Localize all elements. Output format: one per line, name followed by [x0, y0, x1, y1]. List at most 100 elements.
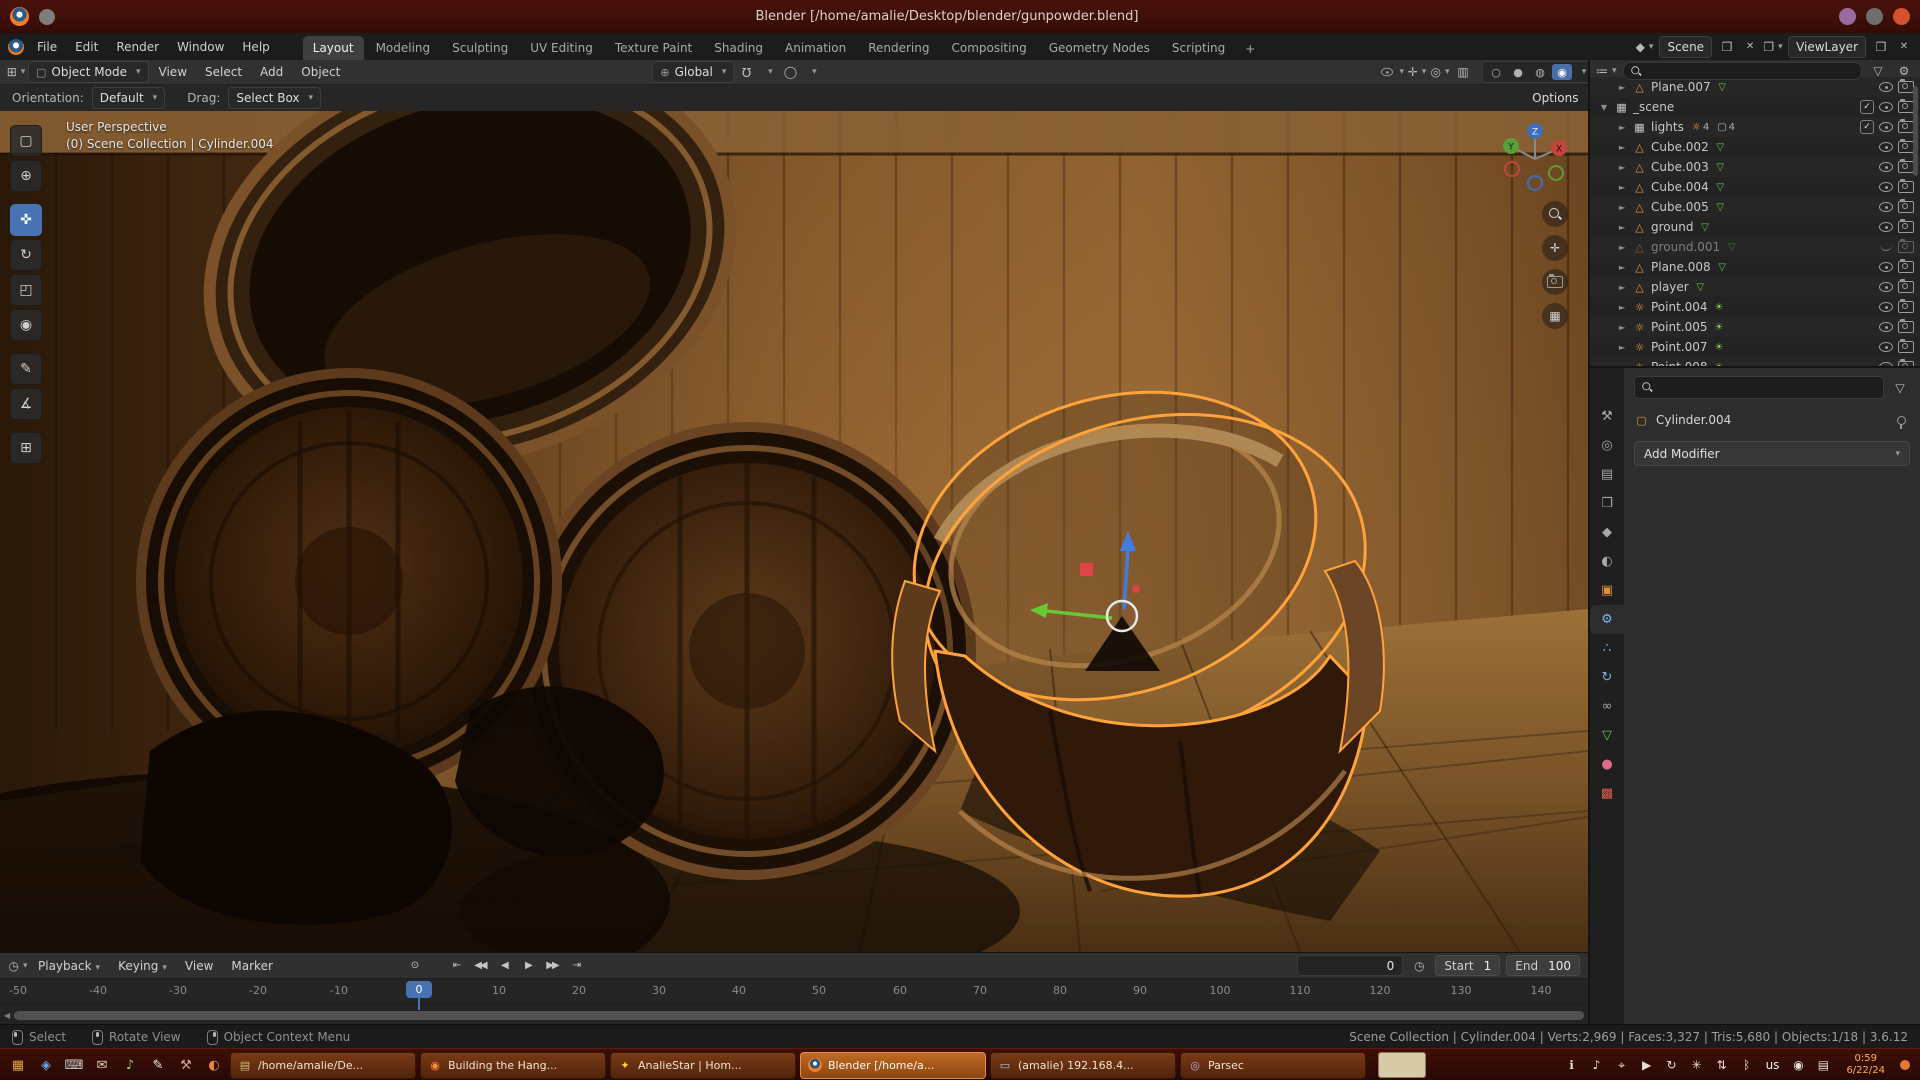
viewport-3d-scene[interactable]: [0, 111, 1588, 952]
expand-icon[interactable]: ▼: [1598, 103, 1610, 112]
properties-tab-modifiers[interactable]: ⚙: [1590, 605, 1624, 634]
disable-render-icon[interactable]: [1898, 341, 1914, 353]
gizmos-toggle-icon[interactable]: ✛: [1407, 62, 1427, 82]
timeline-scrollbar[interactable]: ◀: [0, 1004, 1588, 1026]
settings-tray-icon[interactable]: ✳: [1689, 1058, 1705, 1072]
menu-render[interactable]: Render: [107, 36, 168, 58]
cursor-tray-icon[interactable]: ⌖: [1614, 1058, 1630, 1073]
object-visibility-icon[interactable]: [1379, 62, 1404, 82]
taskbar-window-browser-2[interactable]: ✦AnalieStar | Hom...: [610, 1052, 796, 1079]
properties-tab-texture[interactable]: ▩: [1590, 779, 1624, 808]
clock[interactable]: 0:59 6/22/24: [1846, 1053, 1885, 1078]
properties-tab-constraints[interactable]: ∞: [1590, 692, 1624, 721]
properties-tab-object[interactable]: ▣: [1590, 576, 1624, 605]
mail-launcher-icon[interactable]: ✉: [90, 1053, 114, 1077]
outliner-search-input[interactable]: [1623, 62, 1862, 80]
preview-range-icon[interactable]: ◷: [1409, 956, 1429, 976]
disable-render-icon[interactable]: [1898, 221, 1914, 233]
proportional-dropdown[interactable]: [802, 62, 822, 82]
tab-animation[interactable]: Animation: [775, 36, 856, 60]
properties-tab-tool[interactable]: ⚒: [1590, 402, 1624, 431]
taskbar-window-remote[interactable]: ▭(amalie) 192.168.4...: [990, 1052, 1176, 1079]
scene-selector[interactable]: Scene: [1659, 36, 1712, 58]
gizmo-minus-y-ball[interactable]: [1549, 166, 1563, 180]
ortho-toggle-icon[interactable]: ▦: [1542, 303, 1568, 329]
add-workspace-button[interactable]: +: [1237, 38, 1263, 60]
expand-icon[interactable]: ►: [1616, 83, 1628, 92]
browse-scene-icon[interactable]: ◆: [1634, 37, 1654, 57]
hide-eye-icon[interactable]: [1878, 80, 1894, 94]
outliner-row[interactable]: ► △ Cube.004 ▽: [1590, 177, 1920, 197]
overlays-toggle-icon[interactable]: ◎: [1430, 62, 1450, 82]
menu-object[interactable]: Object: [293, 62, 348, 82]
menu-marker[interactable]: Marker: [223, 956, 280, 976]
unlink-scene-button[interactable]: ✕: [1742, 37, 1758, 57]
hide-eye-icon[interactable]: [1878, 120, 1894, 134]
outliner-row[interactable]: ► △ player ▽: [1590, 277, 1920, 297]
rotate-tool[interactable]: ↻: [10, 239, 42, 271]
tab-layout[interactable]: Layout: [303, 36, 364, 60]
shading-solid-button[interactable]: ●: [1508, 64, 1528, 80]
tab-rendering[interactable]: Rendering: [858, 36, 939, 60]
outliner-row-light[interactable]: ► ☼ Point.008 ☀: [1590, 357, 1920, 366]
keyboard-layout-indicator[interactable]: us: [1764, 1058, 1782, 1072]
gizmo-minus-x-ball[interactable]: [1505, 162, 1519, 176]
disable-render-icon[interactable]: [1898, 121, 1914, 133]
menu-file[interactable]: File: [28, 36, 66, 58]
bluetooth-tray-icon[interactable]: ᛒ: [1739, 1058, 1755, 1072]
editor-launcher-icon[interactable]: ✎: [146, 1053, 170, 1077]
collection-checkbox[interactable]: [1860, 120, 1874, 134]
minimize-button[interactable]: [1839, 8, 1856, 25]
outliner-row[interactable]: ► △ Cube.003 ▽: [1590, 157, 1920, 177]
panel-widget[interactable]: [1378, 1052, 1426, 1078]
shading-wireframe-button[interactable]: ○: [1486, 64, 1506, 80]
start-frame-field[interactable]: Start1: [1435, 955, 1500, 976]
timeline-editor-icon[interactable]: ◷: [8, 956, 28, 976]
properties-tab-scene[interactable]: ◆: [1590, 518, 1624, 547]
disable-render-icon[interactable]: [1898, 301, 1914, 313]
add-cube-tool[interactable]: ⊞: [10, 432, 42, 464]
proportional-editing-icon[interactable]: ◯: [780, 62, 800, 82]
cursor-tool[interactable]: ⊕: [10, 160, 42, 192]
properties-filter-icon[interactable]: ▽: [1890, 378, 1910, 398]
scroll-left-icon[interactable]: ◀: [4, 1011, 10, 1020]
3d-viewport[interactable]: User Perspective (0) Scene Collection | …: [0, 111, 1588, 952]
xray-toggle-icon[interactable]: ▥: [1453, 62, 1473, 82]
scrollbar-thumb[interactable]: [14, 1011, 1584, 1020]
disable-render-icon[interactable]: [1898, 281, 1914, 293]
transform-tool[interactable]: ◉: [10, 309, 42, 341]
hide-eye-icon[interactable]: [1878, 160, 1894, 174]
hidden-eye-icon[interactable]: [1878, 240, 1894, 254]
play-button[interactable]: ▶: [517, 957, 539, 975]
timeline-ruler[interactable]: -50 -40 -30 -20 -10 10 20 30 40 50 60 70…: [0, 979, 1588, 1004]
pan-hand-icon[interactable]: ✛: [1542, 235, 1568, 261]
hide-eye-icon[interactable]: [1878, 140, 1894, 154]
close-button[interactable]: [1893, 8, 1910, 25]
outliner-scrollbar[interactable]: [1913, 86, 1918, 176]
properties-tab-physics[interactable]: ↻: [1590, 663, 1624, 692]
disable-render-icon[interactable]: [1898, 241, 1914, 253]
disable-render-icon[interactable]: [1898, 321, 1914, 333]
menu-edit[interactable]: Edit: [66, 36, 107, 58]
snap-settings-dropdown[interactable]: [758, 62, 778, 82]
tab-scripting[interactable]: Scripting: [1162, 36, 1235, 60]
tab-sculpting[interactable]: Sculpting: [442, 36, 518, 60]
outliner-row[interactable]: ► △ Plane.008 ▽: [1590, 257, 1920, 277]
hide-eye-icon[interactable]: [1878, 220, 1894, 234]
outliner-row-light[interactable]: ► ☼ Point.005 ☀: [1590, 317, 1920, 337]
menu-playback[interactable]: Playback: [30, 956, 108, 976]
mode-selector[interactable]: ▢ Object Mode: [28, 61, 149, 83]
tab-texture-paint[interactable]: Texture Paint: [605, 36, 702, 60]
maximize-button[interactable]: [1866, 8, 1883, 25]
show-desktop-icon[interactable]: [1900, 1060, 1910, 1070]
media-launcher-icon[interactable]: ♪: [118, 1053, 142, 1077]
new-scene-button[interactable]: ❐: [1717, 37, 1737, 57]
hide-eye-icon[interactable]: [1878, 340, 1894, 354]
zoom-icon[interactable]: [1542, 201, 1568, 227]
taskbar-window-parsec[interactable]: ◎Parsec: [1180, 1052, 1366, 1079]
menu-view[interactable]: View: [151, 62, 195, 82]
playhead[interactable]: 0: [406, 981, 432, 998]
taskbar-window-browser-1[interactable]: ◉Building the Hang...: [420, 1052, 606, 1079]
tab-shading[interactable]: Shading: [704, 36, 773, 60]
current-frame-field[interactable]: 0: [1297, 955, 1403, 976]
